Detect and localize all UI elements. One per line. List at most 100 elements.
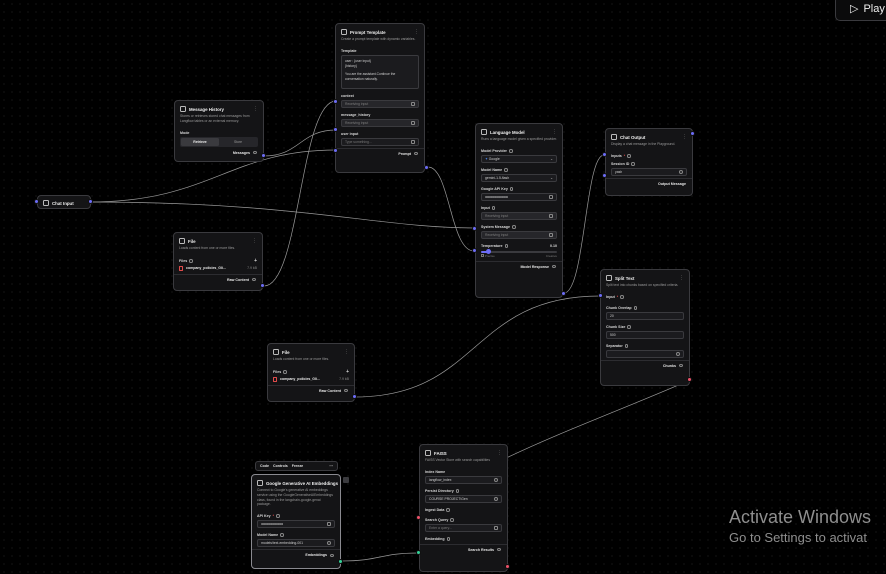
system-input[interactable]: Receiving input bbox=[481, 230, 557, 239]
chat-output-node[interactable]: Chat Output ⋮ Display a chat message in … bbox=[605, 128, 693, 196]
history-port[interactable] bbox=[333, 127, 338, 132]
chunks-output-port[interactable] bbox=[687, 377, 692, 382]
edit-icon[interactable] bbox=[411, 101, 415, 106]
file-node-1[interactable]: File ⋮ Loads content from one or more fi… bbox=[173, 232, 263, 291]
playground-button[interactable]: ▷ Play bbox=[835, 0, 886, 21]
edit-icon[interactable] bbox=[411, 120, 415, 125]
file1-output-port[interactable] bbox=[260, 283, 265, 288]
expand-icon[interactable] bbox=[411, 139, 415, 144]
eye-icon[interactable] bbox=[330, 553, 334, 557]
provider-select[interactable]: ✦ Google ⌄ bbox=[481, 154, 557, 163]
node-menu-icon[interactable]: ⋮ bbox=[252, 239, 257, 244]
api-key-label-text: Google API Key bbox=[481, 186, 508, 191]
user-input-field[interactable]: Type something... bbox=[341, 137, 419, 146]
message-history-node[interactable]: Message History ⋮ Stores or retrieves st… bbox=[174, 100, 264, 162]
persist-input[interactable]: COURSE PROJECT\Gen bbox=[425, 494, 502, 503]
user-input-port[interactable] bbox=[333, 148, 338, 153]
chat-output-input-port[interactable] bbox=[602, 152, 607, 157]
api-key-input[interactable]: •••••••••••••••••••••••••••••••••• bbox=[481, 192, 557, 201]
code-button[interactable]: Code bbox=[260, 464, 269, 468]
llm-input-field[interactable]: Receiving input bbox=[481, 211, 557, 220]
node-menu-icon[interactable]: ⋮ bbox=[679, 276, 684, 281]
model-select[interactable]: gemini-1.5-flash ⌄ bbox=[481, 173, 557, 182]
node-menu-icon[interactable]: ⋮ bbox=[497, 451, 502, 456]
eye-icon[interactable] bbox=[253, 151, 257, 155]
ingest-data-port[interactable] bbox=[416, 515, 421, 520]
node-title: Chat Input bbox=[52, 200, 74, 206]
language-model-node[interactable]: Language Model ⋮ Runs a language model g… bbox=[475, 123, 563, 298]
prompt-output-port[interactable] bbox=[424, 165, 429, 170]
file-entry[interactable]: company_policies_Gli... 7.9 kB bbox=[179, 265, 257, 271]
settings-icon[interactable] bbox=[494, 496, 498, 501]
eye-icon[interactable] bbox=[327, 522, 331, 527]
chat-input-left-port[interactable] bbox=[34, 199, 39, 204]
eye-icon[interactable] bbox=[549, 194, 553, 199]
eye-icon[interactable] bbox=[252, 278, 256, 282]
eye-icon[interactable] bbox=[679, 364, 683, 368]
mode-toggle[interactable]: Retrieve Store bbox=[180, 136, 258, 147]
template-textarea[interactable]: user : {user input} {history} You are th… bbox=[341, 54, 419, 89]
eye-icon[interactable] bbox=[344, 389, 348, 393]
info-icon bbox=[631, 161, 635, 166]
session-port[interactable] bbox=[602, 173, 607, 178]
node-menu-icon[interactable]: ⋮ bbox=[552, 130, 557, 135]
session-input[interactable]: yash bbox=[611, 167, 687, 176]
node-title: Prompt Template bbox=[350, 29, 386, 35]
temperature-slider[interactable] bbox=[481, 249, 557, 255]
add-icon[interactable]: + bbox=[254, 258, 257, 264]
emb-model-input[interactable]: models/text-embedding-001 bbox=[257, 539, 335, 548]
edit-icon[interactable] bbox=[549, 232, 553, 237]
node-menu-icon[interactable]: ⋮ bbox=[682, 135, 687, 140]
prompt-template-node[interactable]: Prompt Template ⋮ Create a prompt templa… bbox=[335, 23, 425, 173]
model-response-port[interactable] bbox=[561, 291, 566, 296]
mode-store[interactable]: Store bbox=[219, 138, 257, 146]
toolbar-side-icon[interactable] bbox=[343, 477, 349, 483]
search-results-port[interactable] bbox=[505, 564, 510, 569]
add-icon[interactable]: + bbox=[346, 369, 349, 375]
node-menu-icon[interactable]: ⋮ bbox=[414, 30, 419, 35]
node-toolbar[interactable]: Code Controls Freeze ⋯ bbox=[255, 461, 338, 471]
system-message-port[interactable] bbox=[472, 248, 477, 253]
settings-icon[interactable] bbox=[494, 477, 498, 482]
node-menu-icon[interactable]: ⋮ bbox=[253, 107, 258, 112]
embeddings-output-port[interactable] bbox=[338, 559, 343, 564]
eye-icon[interactable] bbox=[497, 548, 501, 552]
split-input-port[interactable] bbox=[598, 293, 603, 298]
expand-icon[interactable] bbox=[494, 525, 498, 530]
checkbox-icon[interactable] bbox=[481, 253, 484, 257]
settings-icon[interactable] bbox=[327, 541, 331, 546]
mode-retrieve[interactable]: Retrieve bbox=[181, 137, 219, 146]
overlap-input[interactable]: 20 bbox=[606, 311, 684, 320]
eye-icon[interactable] bbox=[552, 265, 556, 269]
query-input[interactable]: Enter a query... bbox=[425, 523, 502, 532]
embedding-input-port[interactable] bbox=[416, 550, 421, 555]
freeze-button[interactable]: Freeze bbox=[292, 464, 303, 468]
llm-input-port[interactable] bbox=[472, 226, 477, 231]
controls-button[interactable]: Controls bbox=[273, 464, 288, 468]
more-icon[interactable]: ⋯ bbox=[329, 464, 333, 468]
context-input[interactable]: Receiving input bbox=[341, 99, 419, 108]
file-size: 7.9 kB bbox=[247, 266, 257, 271]
embeddings-node[interactable]: Google Generative AI Embeddings Connect … bbox=[251, 474, 341, 569]
chat-input-node[interactable]: Chat Input bbox=[37, 195, 91, 209]
file-entry[interactable]: company_policies_Gli... 7.9 kB bbox=[273, 376, 349, 382]
node-menu-icon[interactable]: ⋮ bbox=[344, 350, 349, 355]
settings-icon[interactable] bbox=[676, 351, 680, 356]
chunk-size-input[interactable]: 500 bbox=[606, 330, 684, 339]
file-node-2[interactable]: File ⋮ Loads content from one or more fi… bbox=[267, 343, 355, 402]
emb-api-input[interactable]: •••••••••••••••••••••••••••••••• bbox=[257, 520, 335, 529]
ingest-label: Ingest Data bbox=[420, 505, 507, 513]
index-input[interactable]: langflow_index bbox=[425, 475, 502, 484]
chat-input-output-port[interactable] bbox=[88, 199, 93, 204]
chat-output-right-port[interactable] bbox=[690, 131, 695, 136]
context-port[interactable] bbox=[333, 99, 338, 104]
eye-icon[interactable] bbox=[414, 152, 418, 156]
settings-icon[interactable] bbox=[679, 169, 683, 174]
separator-input[interactable] bbox=[606, 349, 684, 358]
messages-output-port[interactable] bbox=[261, 153, 266, 158]
edit-icon[interactable] bbox=[549, 213, 553, 218]
split-text-node[interactable]: Split Text ⋮ Split text into chunks base… bbox=[600, 269, 690, 386]
faiss-node[interactable]: FAISS ⋮ FAISS Vector Store with search c… bbox=[419, 444, 508, 572]
file2-output-port[interactable] bbox=[352, 394, 357, 399]
history-input[interactable]: Receiving input bbox=[341, 118, 419, 127]
